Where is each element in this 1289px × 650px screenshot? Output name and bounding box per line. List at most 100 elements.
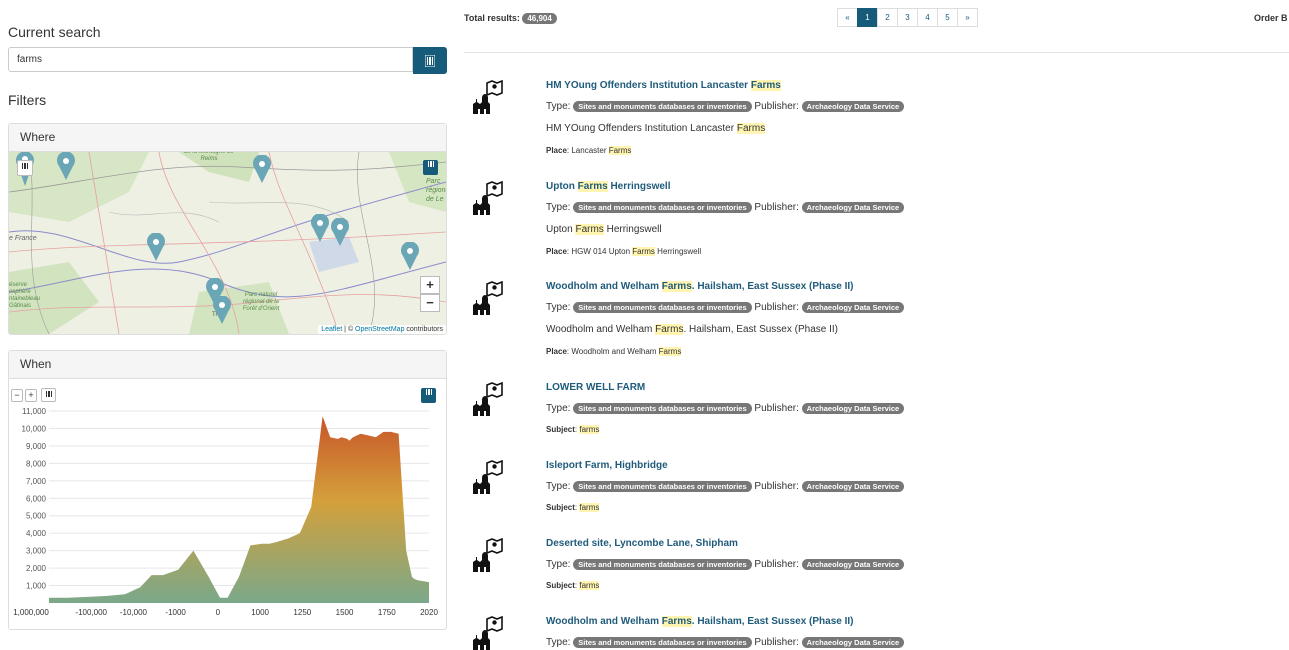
publisher-badge[interactable]: Archaeology Data Service xyxy=(801,637,905,648)
map-marker[interactable] xyxy=(311,214,329,242)
x-tick-label: -1000 xyxy=(165,608,186,617)
map-fullscreen-button[interactable] xyxy=(423,160,438,175)
publisher-badge[interactable]: Archaeology Data Service xyxy=(801,481,905,492)
publisher-badge[interactable]: Archaeology Data Service xyxy=(801,202,905,213)
result-title-link[interactable]: Isleport Farm, Highbridge xyxy=(546,460,668,471)
highlight-match: farms xyxy=(579,503,600,512)
search-button[interactable] xyxy=(413,47,447,74)
timeline-chart[interactable]: 11,000 10,000 9,000 8,000 7,000 6,000 5,000 4,0… xyxy=(9,403,446,623)
result-meta: Type: Sites and monuments databases or i… xyxy=(546,101,905,112)
page-3[interactable]: 3 xyxy=(897,8,918,27)
page-4[interactable]: 4 xyxy=(917,8,938,27)
result-meta: Type: Sites and monuments databases or i… xyxy=(546,637,905,649)
attribution-sep: | © xyxy=(342,326,356,333)
x-tick-label: -100,000 xyxy=(75,608,107,617)
timeline-zoom-out-button[interactable]: − xyxy=(11,389,23,402)
x-tick-label: 1000 xyxy=(251,608,269,617)
map-marker[interactable] xyxy=(401,242,419,270)
y-tick-label: 1,000 xyxy=(26,582,47,591)
page-5[interactable]: 5 xyxy=(937,8,958,27)
text-part: Woodholm and Welham xyxy=(546,281,662,292)
field-label: Place xyxy=(546,247,567,256)
osm-link[interactable]: OpenStreetMap xyxy=(355,326,404,333)
type-label: Type: xyxy=(546,559,571,571)
highlight-match: Farms xyxy=(632,247,655,256)
type-badge[interactable]: Sites and monuments databases or invento… xyxy=(573,637,752,648)
map-marker[interactable] xyxy=(57,152,75,180)
result-meta: Type: Sites and monuments databases or i… xyxy=(546,302,905,314)
type-badge[interactable]: Sites and monuments databases or invento… xyxy=(573,481,752,492)
text-part: Herringswell xyxy=(603,224,662,235)
map-marker[interactable] xyxy=(213,296,231,324)
barcode-icon xyxy=(45,391,52,397)
barcode-icon xyxy=(427,161,434,167)
type-label: Type: xyxy=(546,302,571,314)
text-part: Woodholm and Welham xyxy=(546,616,662,627)
timeline-fullscreen-button[interactable] xyxy=(421,388,436,403)
when-panel-heading: When xyxy=(9,351,446,379)
highlight-match: Farms xyxy=(655,324,684,335)
map-label: éserve osphère ntainebleau Gâtinais xyxy=(9,282,41,309)
result-title-link[interactable]: Deserted site, Lyncombe Lane, Shipham xyxy=(546,538,738,549)
result-title-link[interactable]: Woodholm and Welham Farms. Hailsham, Eas… xyxy=(546,616,854,627)
page-2[interactable]: 2 xyxy=(877,8,898,27)
total-results-label: Total results: xyxy=(464,13,520,23)
total-results-count: 46,904 xyxy=(522,13,557,25)
map-marker[interactable] xyxy=(147,233,165,261)
x-tick-label: 1750 xyxy=(378,608,396,617)
leaflet-link[interactable]: Leaflet xyxy=(321,326,342,333)
highlight-match: Farms xyxy=(575,224,604,235)
timeline-reset-button[interactable] xyxy=(41,388,56,402)
map-zoom-out-button[interactable]: − xyxy=(420,294,440,312)
result-title-link[interactable]: LOWER WELL FARM xyxy=(546,382,645,393)
result-title-link[interactable]: Woodholm and Welham Farms. Hailsham, Eas… xyxy=(546,281,854,292)
order-by-label[interactable]: Order B xyxy=(1254,13,1288,23)
text-part: Woodholm and Welham xyxy=(546,324,656,335)
result-title-link[interactable]: Upton Farms Herringswell xyxy=(546,181,670,192)
publisher-label: Publisher: xyxy=(754,637,799,649)
publisher-badge[interactable]: Archaeology Data Service xyxy=(801,302,905,313)
map-monument-icon xyxy=(473,281,503,315)
type-badge[interactable]: Sites and monuments databases or invento… xyxy=(573,302,752,313)
map-layers-button[interactable] xyxy=(17,160,33,176)
publisher-badge[interactable]: Archaeology Data Service xyxy=(801,559,905,570)
result-title-link[interactable]: HM YOung Offenders Institution Lancaster… xyxy=(546,80,781,91)
publisher-badge[interactable]: Archaeology Data Service xyxy=(801,403,905,414)
result-field: Place: Lancaster Farms xyxy=(546,146,632,155)
highlight-match: Farms xyxy=(661,281,692,292)
timeline-area-series xyxy=(49,416,429,603)
barcode-icon xyxy=(425,54,435,67)
text-part: HM YOung Offenders Institution Lancaster xyxy=(546,80,751,91)
map-zoom-in-button[interactable]: + xyxy=(420,276,440,294)
text-part: : Lancaster xyxy=(566,146,609,155)
pagination: « 1 2 3 4 5 » xyxy=(837,8,978,27)
publisher-label: Publisher: xyxy=(754,481,799,493)
timeline-zoom-in-button[interactable]: + xyxy=(25,389,37,402)
type-badge[interactable]: Sites and monuments databases or invento… xyxy=(573,403,752,414)
page-1[interactable]: 1 xyxy=(857,8,878,27)
map-label: Parc naturel régional de la Forêt d'Orie… xyxy=(242,292,280,312)
map-marker[interactable] xyxy=(331,218,349,246)
page-prev[interactable]: « xyxy=(837,8,858,27)
text-part: LOWER WELL FARM xyxy=(546,382,646,393)
map-marker[interactable] xyxy=(253,155,271,183)
y-tick-label: 5,000 xyxy=(26,512,47,521)
result-description: HM YOung Offenders Institution Lancaster… xyxy=(546,123,766,134)
current-search-heading: Current search xyxy=(8,24,101,40)
y-tick-label: 10,000 xyxy=(22,424,47,433)
map-monument-icon xyxy=(473,616,503,650)
type-badge[interactable]: Sites and monuments databases or invento… xyxy=(573,101,752,112)
highlight-match: Farms xyxy=(608,146,632,155)
search-input[interactable]: farms xyxy=(8,47,413,72)
text-part: Herringswell xyxy=(654,247,702,256)
y-tick-label: 7,000 xyxy=(26,477,47,486)
type-label: Type: xyxy=(546,202,571,214)
publisher-badge[interactable]: Archaeology Data Service xyxy=(801,101,905,112)
highlight-match: Farms xyxy=(577,181,608,192)
map[interactable]: de la Montagne de Reims Parc régional de… xyxy=(9,152,446,334)
page-next[interactable]: » xyxy=(957,8,978,27)
type-label: Type: xyxy=(546,403,571,415)
highlight-match: farms xyxy=(579,581,600,590)
type-badge[interactable]: Sites and monuments databases or invento… xyxy=(573,202,752,213)
type-badge[interactable]: Sites and monuments databases or invento… xyxy=(573,559,752,570)
